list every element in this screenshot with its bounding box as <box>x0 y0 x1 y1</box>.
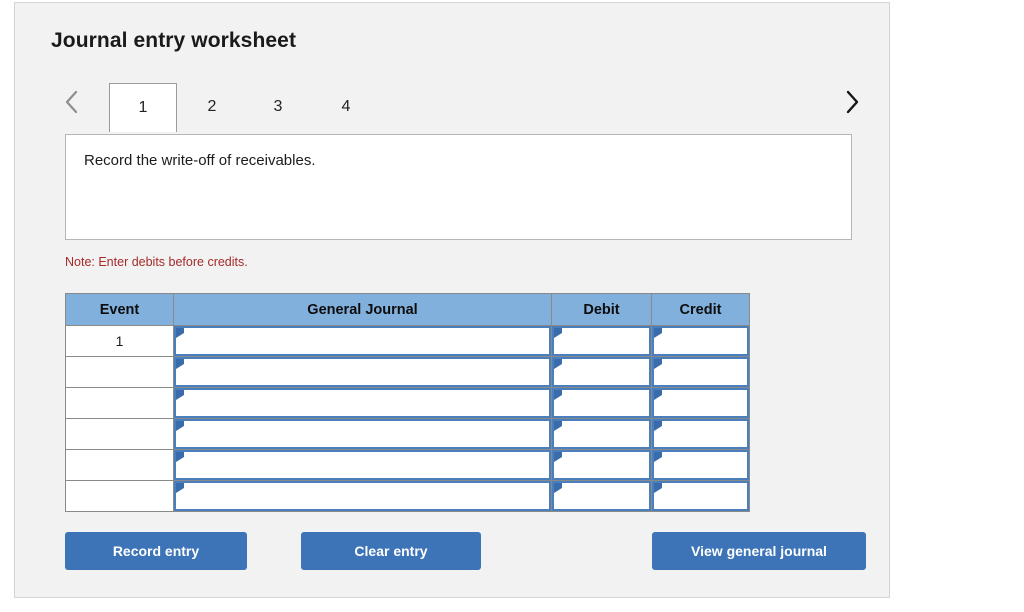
dropdown-marker-icon <box>176 483 184 493</box>
clear-entry-button[interactable]: Clear entry <box>301 532 481 570</box>
column-header-general-journal: General Journal <box>173 293 552 326</box>
credit-input[interactable] <box>652 326 749 356</box>
journal-entry-card: Journal entry worksheet 1 2 3 4 Record t… <box>14 2 890 598</box>
debit-input-cell[interactable] <box>551 418 652 450</box>
general-journal-input-cell[interactable] <box>173 387 552 419</box>
general-journal-input[interactable] <box>174 419 551 449</box>
event-number-cell <box>65 418 174 450</box>
event-number-cell <box>65 356 174 388</box>
table-row <box>65 480 750 512</box>
dropdown-marker-icon <box>654 390 662 400</box>
table-row <box>65 449 750 481</box>
dropdown-marker-icon <box>176 421 184 431</box>
general-journal-input[interactable] <box>174 388 551 418</box>
debit-input-cell[interactable] <box>551 449 652 481</box>
previous-entry-button[interactable] <box>59 85 85 119</box>
table-row <box>65 418 750 450</box>
dropdown-marker-icon <box>176 359 184 369</box>
debit-input[interactable] <box>552 357 651 387</box>
instruction-text: Record the write-off of receivables. <box>84 152 316 169</box>
debit-input-cell[interactable] <box>551 325 652 357</box>
journal-entry-table: Event General Journal Debit Credit 1 <box>65 293 750 512</box>
tab-1[interactable]: 1 <box>109 83 177 132</box>
event-number-cell: 1 <box>65 325 174 357</box>
general-journal-input-cell[interactable] <box>173 480 552 512</box>
debit-input[interactable] <box>552 481 651 511</box>
column-header-debit: Debit <box>551 293 652 326</box>
dropdown-marker-icon <box>176 390 184 400</box>
general-journal-input[interactable] <box>174 326 551 356</box>
dropdown-marker-icon <box>654 359 662 369</box>
general-journal-input-cell[interactable] <box>173 449 552 481</box>
debits-before-credits-note: Note: Enter debits before credits. <box>65 255 248 269</box>
credit-input[interactable] <box>652 419 749 449</box>
debit-input[interactable] <box>552 450 651 480</box>
debit-input-cell[interactable] <box>551 387 652 419</box>
credit-input-cell[interactable] <box>651 387 750 419</box>
chevron-right-icon <box>846 90 859 114</box>
dropdown-marker-icon <box>654 452 662 462</box>
credit-input[interactable] <box>652 357 749 387</box>
debit-input[interactable] <box>552 326 651 356</box>
credit-input[interactable] <box>652 450 749 480</box>
dropdown-marker-icon <box>554 452 562 462</box>
page-title: Journal entry worksheet <box>51 29 297 52</box>
view-general-journal-button[interactable]: View general journal <box>652 532 866 570</box>
general-journal-input[interactable] <box>174 481 551 511</box>
credit-input-cell[interactable] <box>651 449 750 481</box>
dropdown-marker-icon <box>554 483 562 493</box>
debit-input-cell[interactable] <box>551 356 652 388</box>
tab-3[interactable]: 3 <box>245 83 311 131</box>
instruction-panel: Record the write-off of receivables. <box>65 134 852 240</box>
general-journal-input[interactable] <box>174 357 551 387</box>
dropdown-marker-icon <box>554 390 562 400</box>
dropdown-marker-icon <box>176 452 184 462</box>
debit-input[interactable] <box>552 419 651 449</box>
credit-input-cell[interactable] <box>651 480 750 512</box>
general-journal-input-cell[interactable] <box>173 356 552 388</box>
dropdown-marker-icon <box>176 328 184 338</box>
tab-label: 3 <box>273 98 283 115</box>
credit-input-cell[interactable] <box>651 418 750 450</box>
tab-label: 1 <box>138 99 148 116</box>
table-row <box>65 356 750 388</box>
general-journal-input[interactable] <box>174 450 551 480</box>
tab-4[interactable]: 4 <box>313 83 379 131</box>
dropdown-marker-icon <box>654 483 662 493</box>
table-header-row: Event General Journal Debit Credit <box>65 293 750 326</box>
debit-input-cell[interactable] <box>551 480 652 512</box>
general-journal-input-cell[interactable] <box>173 418 552 450</box>
event-number-cell <box>65 449 174 481</box>
worksheet-tab-strip: 1 2 3 4 <box>51 75 867 132</box>
record-entry-button[interactable]: Record entry <box>65 532 247 570</box>
table-row: 1 <box>65 325 750 357</box>
dropdown-marker-icon <box>554 328 562 338</box>
tab-2[interactable]: 2 <box>179 83 245 131</box>
event-number-cell <box>65 387 174 419</box>
credit-input-cell[interactable] <box>651 356 750 388</box>
dropdown-marker-icon <box>654 421 662 431</box>
general-journal-input-cell[interactable] <box>173 325 552 357</box>
column-header-event: Event <box>65 293 174 326</box>
dropdown-marker-icon <box>554 421 562 431</box>
dropdown-marker-icon <box>654 328 662 338</box>
dropdown-marker-icon <box>554 359 562 369</box>
debit-input[interactable] <box>552 388 651 418</box>
event-number-cell <box>65 480 174 512</box>
tab-label: 4 <box>341 98 351 115</box>
chevron-left-icon <box>65 90 78 114</box>
credit-input-cell[interactable] <box>651 325 750 357</box>
page-root: Journal entry worksheet 1 2 3 4 Record t… <box>0 0 1024 612</box>
tab-label: 2 <box>207 98 217 115</box>
next-entry-button[interactable] <box>839 85 865 119</box>
table-row <box>65 387 750 419</box>
credit-input[interactable] <box>652 388 749 418</box>
column-header-credit: Credit <box>651 293 750 326</box>
credit-input[interactable] <box>652 481 749 511</box>
